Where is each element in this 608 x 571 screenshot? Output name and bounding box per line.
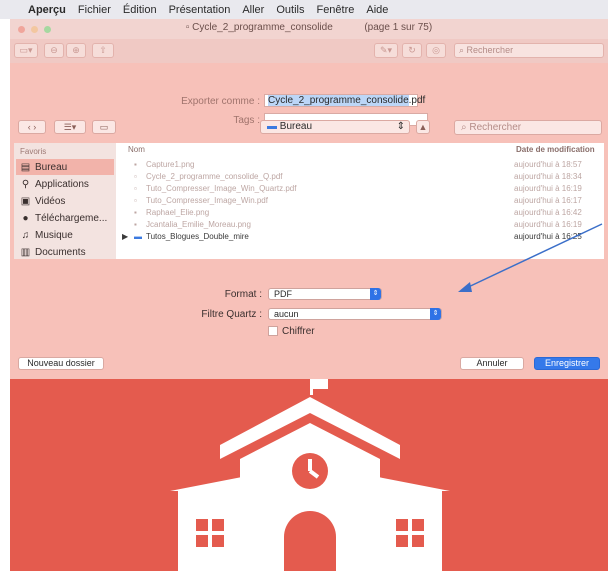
annotation-arrow [458, 223, 603, 292]
